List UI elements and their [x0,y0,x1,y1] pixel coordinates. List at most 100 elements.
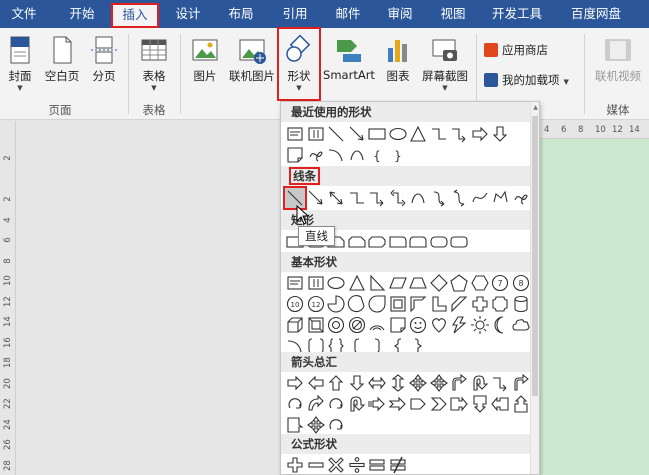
elbowarrow-shape-icon[interactable] [367,188,387,208]
online-picture-button[interactable]: 联机图片 [226,32,278,98]
chart-button[interactable]: 图表 [380,32,416,98]
diamond-shape-icon[interactable] [429,273,449,293]
arrow-d-shape-icon[interactable] [490,124,510,144]
freeform-shape-icon[interactable] [490,188,510,208]
circarrow-shape-icon[interactable] [326,394,346,414]
brace1-shape-icon[interactable]: { [367,145,387,165]
scroll-up-arrow-icon[interactable]: ▲ [531,104,539,114]
callout-r-shape-icon[interactable] [449,394,469,414]
scroll-thumb[interactable] [532,116,538,396]
page-break-button[interactable]: 分页 [86,32,122,98]
quad-shape-icon[interactable] [429,373,449,393]
bevel-shape-icon[interactable] [306,315,326,335]
arrow-r-shape-icon[interactable] [470,124,490,144]
round2-shape-icon[interactable] [408,232,428,252]
circarrow-shape-icon[interactable] [285,394,305,414]
scribble-shape-icon[interactable] [306,145,326,165]
pentagon-shape-icon[interactable] [408,394,428,414]
elbow-shape-icon[interactable] [429,124,449,144]
bend-shape-icon[interactable] [449,373,469,393]
tab-insert[interactable]: 插入 [111,3,159,28]
plaque-shape-icon[interactable] [490,294,510,314]
arrow-d-shape-icon[interactable] [347,373,367,393]
trap-shape-icon[interactable] [408,273,428,293]
scurve-shape-icon[interactable] [470,188,490,208]
arrow-l-shape-icon[interactable] [306,373,326,393]
arrow-u-shape-icon[interactable] [326,373,346,393]
halfframe-shape-icon[interactable] [408,294,428,314]
picture-button[interactable]: 图片 [186,32,224,98]
striped-r-shape-icon[interactable] [367,394,387,414]
para-shape-icon[interactable] [388,273,408,293]
tab-references[interactable]: 引用 [275,0,315,28]
chord-shape-icon[interactable] [347,294,367,314]
tab-home[interactable]: 开始 [62,0,102,28]
tear-shape-icon[interactable] [367,294,387,314]
tab-file[interactable]: 文件 [6,0,42,28]
scrollbar[interactable]: ▲ [530,102,539,474]
cube-shape-icon[interactable] [285,315,305,335]
pent-shape-icon[interactable] [449,273,469,293]
arcline-shape-icon[interactable] [326,145,346,165]
can-shape-icon[interactable] [511,294,531,314]
bend-shape-icon[interactable] [511,373,531,393]
oval-shape-icon[interactable] [326,273,346,293]
tab-layout[interactable]: 布局 [221,0,261,28]
div-m-shape-icon[interactable] [347,455,367,474]
dblarrow-shape-icon[interactable] [326,188,346,208]
textbox-shape-icon[interactable] [285,124,305,144]
mult-m-shape-icon[interactable] [326,455,346,474]
tab-developer[interactable]: 开发工具 [486,0,548,28]
lshape-shape-icon[interactable] [429,294,449,314]
minus-m-shape-icon[interactable] [306,455,326,474]
neq-m-shape-icon[interactable] [388,455,408,474]
circarrow-shape-icon[interactable] [326,415,346,435]
tab-design[interactable]: 设计 [168,0,208,28]
blank-page-button[interactable]: 空白页 [40,32,84,98]
frame-shape-icon[interactable] [388,294,408,314]
shapes-button[interactable]: 形状 ▼ [277,27,321,101]
callout-u-shape-icon[interactable] [511,394,531,414]
plus-shape-icon[interactable] [470,294,490,314]
elbowarrow-shape-icon[interactable] [490,373,510,393]
sun-shape-icon[interactable] [470,315,490,335]
tri-shape-icon[interactable] [347,273,367,293]
curved-r-shape-icon[interactable] [306,394,326,414]
elbowdbl-shape-icon[interactable] [388,188,408,208]
elbowarrow-shape-icon[interactable] [449,124,469,144]
nosym-shape-icon[interactable] [347,315,367,335]
tab-mailings[interactable]: 邮件 [328,0,368,28]
snip3-shape-icon[interactable] [367,232,387,252]
rtri-shape-icon[interactable] [367,273,387,293]
vtextbox-shape-icon[interactable] [306,124,326,144]
cover-button[interactable]: 封面 ▼ [2,32,38,98]
chev-r-shape-icon[interactable] [429,394,449,414]
dec-shape-icon[interactable]: 10 [285,294,305,314]
pie-shape-icon[interactable] [326,294,346,314]
curve-shape-icon[interactable] [347,145,367,165]
scribble-shape-icon[interactable] [511,188,531,208]
callout-d-shape-icon[interactable] [470,394,490,414]
elbow-shape-icon[interactable] [347,188,367,208]
document-page[interactable] [17,121,280,475]
cloud-shape-icon[interactable] [511,315,531,335]
dodec-shape-icon[interactable]: 12 [306,294,326,314]
snip2-shape-icon[interactable] [347,232,367,252]
quad-shape-icon[interactable] [306,415,326,435]
smiley-shape-icon[interactable] [408,315,428,335]
smartart-button[interactable]: SmartArt [322,32,376,98]
table-button[interactable]: 表格 ▼ [134,32,174,98]
tab-view[interactable]: 视图 [433,0,473,28]
hept-shape-icon[interactable]: 7 [490,273,510,293]
roundrect2-shape-icon[interactable] [429,232,449,252]
roundrect-shape-icon[interactable] [449,232,469,252]
textbox-shape-icon[interactable] [285,273,305,293]
foldedcorner-shape-icon[interactable] [388,315,408,335]
donut-shape-icon[interactable] [326,315,346,335]
oct-shape-icon[interactable]: 8 [511,273,531,293]
uturn-shape-icon[interactable] [470,373,490,393]
callout-shape-icon[interactable] [285,415,305,435]
tab-baidu-netdisk[interactable]: 百度网盘 [563,0,629,28]
uturn-shape-icon[interactable] [347,394,367,414]
arrowline-shape-icon[interactable] [347,124,367,144]
